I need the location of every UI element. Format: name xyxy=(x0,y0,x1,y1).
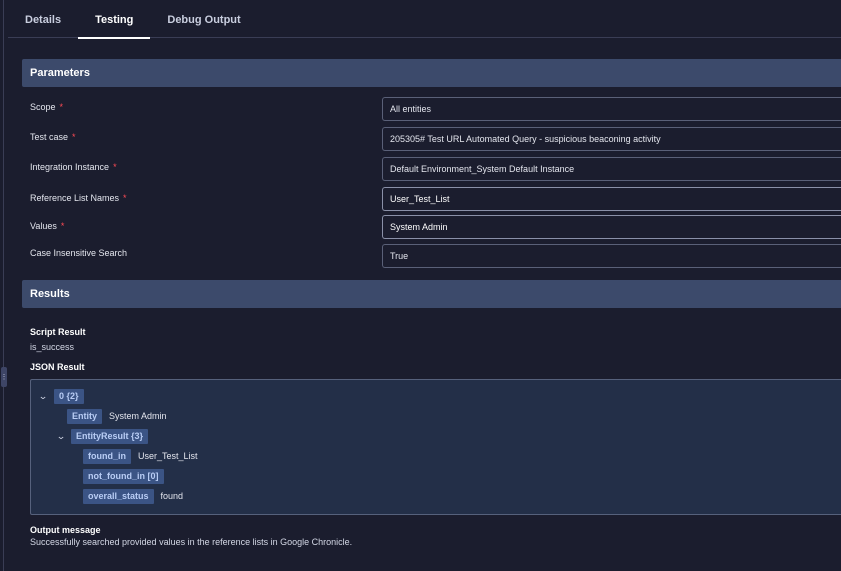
chevron-down-icon[interactable]: ⌄ xyxy=(35,391,51,402)
required-marker: * xyxy=(123,193,127,203)
json-key-not-found-in: not_found_in [0] xyxy=(83,468,164,484)
script-result-value: is_success xyxy=(30,342,75,352)
param-label-test-case: Test case * xyxy=(30,132,76,142)
required-marker: * xyxy=(59,102,64,112)
case-insensitive-search-select[interactable]: True xyxy=(382,244,841,268)
parameters-section-header[interactable]: Parameters xyxy=(22,59,841,87)
results-section-header[interactable]: Results xyxy=(22,280,841,308)
integration-instance-select[interactable]: Default Environment_System Default Insta… xyxy=(382,157,841,181)
json-node-overall-status: overall_status found xyxy=(83,488,183,504)
param-label-reference-list-names: Reference List Names * xyxy=(30,193,127,203)
panel-resize-handle-icon[interactable]: ⋮ xyxy=(1,367,8,387)
json-key-root: 0 {2} xyxy=(54,388,84,404)
json-value-overall-status: found xyxy=(160,491,184,501)
param-label-scope: Scope * xyxy=(30,102,64,112)
json-node-not-found-in: not_found_in [0] xyxy=(83,468,164,484)
json-key-entity: Entity xyxy=(67,408,103,424)
test-case-select[interactable]: 205305# Test URL Automated Query - suspi… xyxy=(382,127,841,151)
json-value-entity: System Admin xyxy=(109,411,167,421)
tab-debug-output[interactable]: Debug Output xyxy=(150,0,257,38)
json-key-entity-result: EntityResult {3} xyxy=(71,428,149,444)
required-marker: * xyxy=(72,132,76,142)
left-panel-border xyxy=(0,0,4,571)
json-node-entity-result[interactable]: ⌄ EntityResult {3} xyxy=(53,428,149,444)
tab-details[interactable]: Details xyxy=(8,0,78,38)
required-marker: * xyxy=(113,162,117,172)
json-result-panel: ⌄ 0 {2} Entity System Admin ⌄ EntityResu… xyxy=(30,379,841,515)
chevron-down-icon[interactable]: ⌄ xyxy=(53,431,69,442)
json-node-root[interactable]: ⌄ 0 {2} xyxy=(37,388,84,404)
param-label-case-insensitive-search: Case Insensitive Search xyxy=(30,248,128,258)
output-message-label: Output message xyxy=(30,525,101,535)
required-marker: * xyxy=(60,221,65,231)
param-label-values: Values * xyxy=(30,221,65,231)
script-result-label: Script Result xyxy=(30,327,86,337)
json-node-entity: Entity System Admin xyxy=(67,408,167,424)
tab-testing[interactable]: Testing xyxy=(78,0,151,39)
values-input[interactable]: System Admin xyxy=(382,215,841,239)
output-message-value: Successfully searched provided values in… xyxy=(30,537,353,547)
json-key-found-in: found_in xyxy=(83,448,131,464)
json-key-overall-status: overall_status xyxy=(83,488,154,504)
json-result-label: JSON Result xyxy=(30,362,85,372)
json-value-found-in: User_Test_List xyxy=(138,451,198,461)
json-node-found-in: found_in User_Test_List xyxy=(83,448,198,464)
tab-bar: Details Testing Debug Output xyxy=(8,0,841,39)
scope-select[interactable]: All entities xyxy=(382,97,841,121)
reference-list-names-input[interactable]: User_Test_List xyxy=(382,187,841,211)
param-label-integration-instance: Integration Instance * xyxy=(30,162,117,172)
